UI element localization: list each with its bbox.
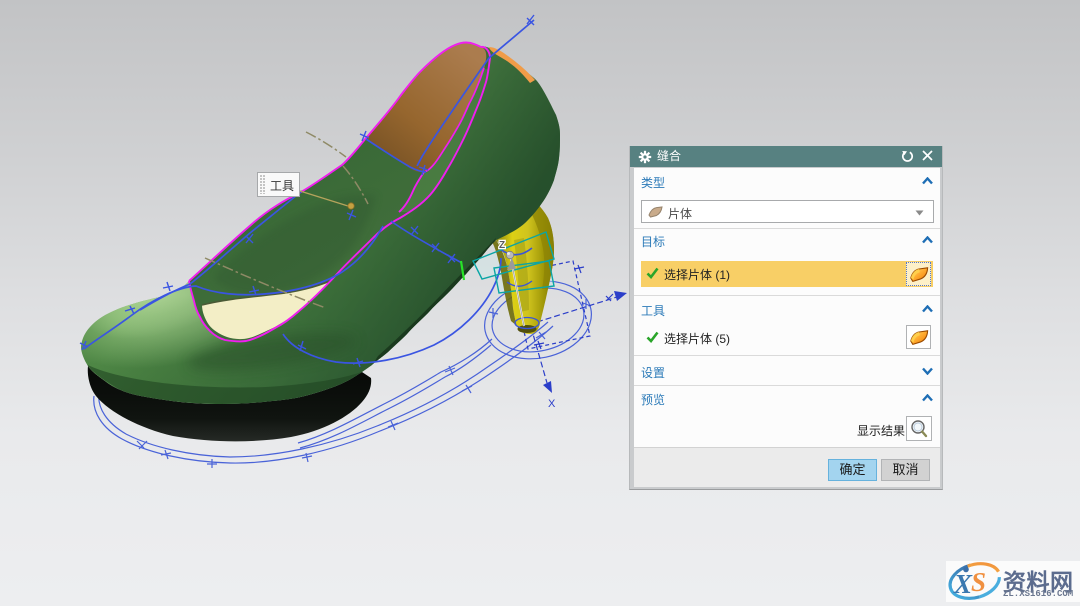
svg-text:X: X <box>548 398 556 410</box>
svg-text:Z: Z <box>499 240 505 251</box>
svg-text:X: X <box>953 569 973 599</box>
svg-text:S: S <box>971 567 986 597</box>
